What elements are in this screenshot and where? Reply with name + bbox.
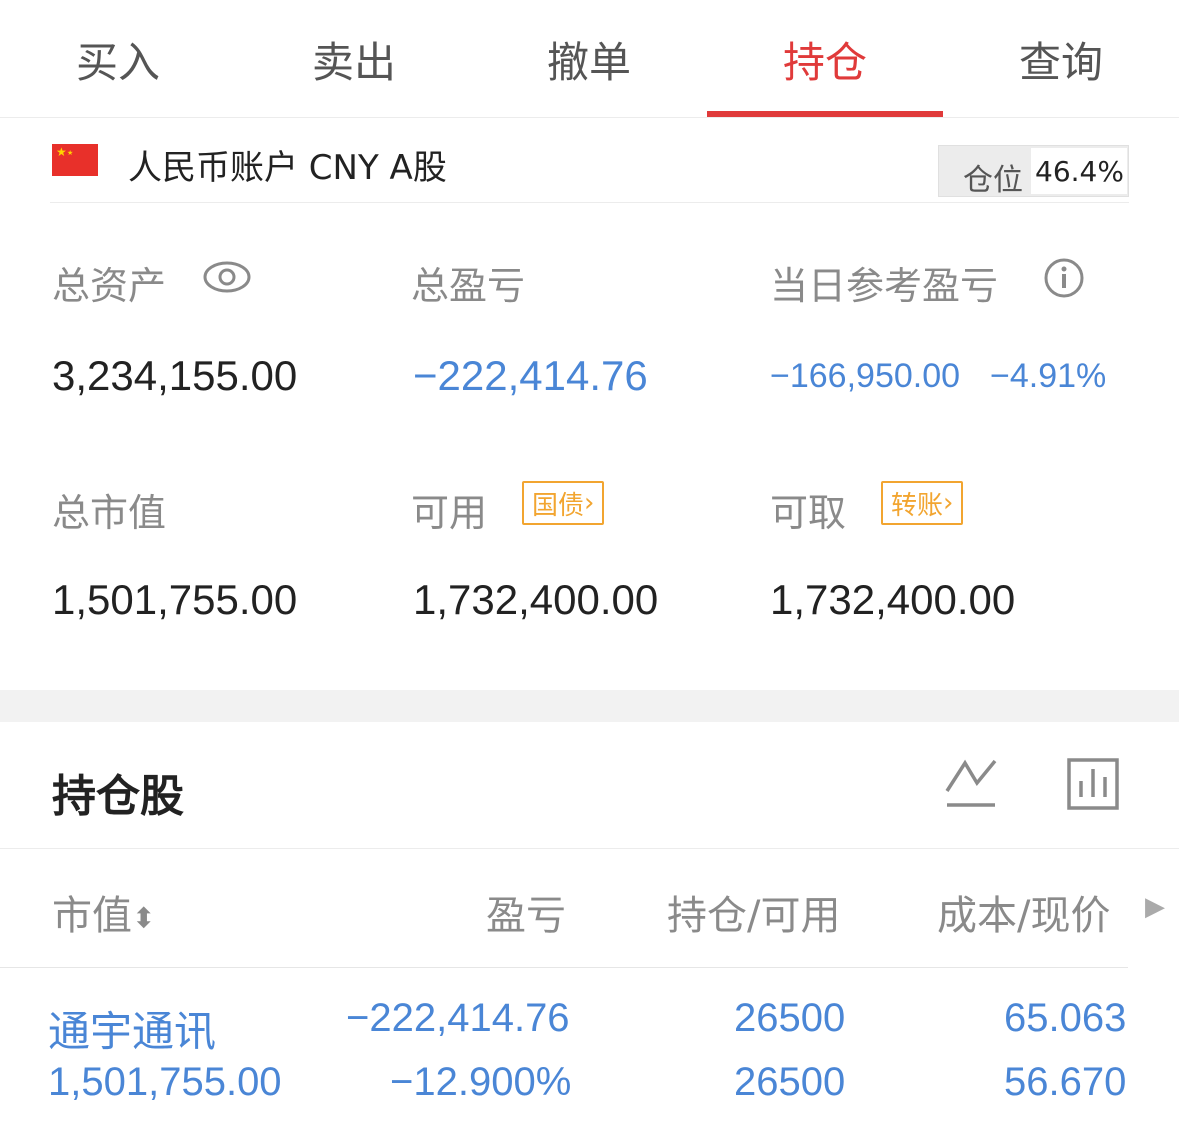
column-header-market-value[interactable]: 市值⬍ xyxy=(52,883,155,941)
withdrawable-value: 1,732,400.00 xyxy=(770,576,1016,623)
market-value-value: 1,501,755.00 xyxy=(52,576,298,623)
market-value-label: 总市值 xyxy=(52,491,167,535)
holding-cost: 65.063 xyxy=(1004,996,1127,1040)
stock-name: 通宇通讯 xyxy=(48,1008,217,1055)
tab-label: 买入 xyxy=(75,37,160,87)
tab-label: 查询 xyxy=(1018,37,1103,87)
tab-positions[interactable]: 持仓 xyxy=(707,0,943,118)
tab-label: 卖出 xyxy=(311,37,396,87)
available-value: 1,732,400.00 xyxy=(413,576,659,623)
holding-available: 26500 xyxy=(734,1060,846,1104)
tab-cancel-order[interactable]: 撤单 xyxy=(471,0,707,118)
account-row[interactable]: ★ ★ 人民币账户 CNY A股 仓位 46.4% xyxy=(50,118,1129,203)
info-icon[interactable] xyxy=(1043,257,1085,299)
column-header-position: 持仓/可用 xyxy=(667,893,841,939)
total-assets-value: 3,234,155.00 xyxy=(52,352,298,399)
column-header-cost-price: 成本/现价 xyxy=(937,893,1111,939)
eye-icon[interactable] xyxy=(203,257,251,297)
total-assets-label: 总资产 xyxy=(52,264,167,308)
holding-pnl: −222,414.76 xyxy=(346,996,570,1040)
daily-pnl-value: −166,950.00 xyxy=(770,357,961,395)
holdings-title: 持仓股 xyxy=(52,771,184,822)
scroll-right-icon[interactable]: ▶ xyxy=(1145,892,1165,922)
chevron-right-icon: › xyxy=(584,488,595,518)
tab-sell[interactable]: 卖出 xyxy=(236,0,472,118)
column-header-label: 市值 xyxy=(52,893,132,939)
transfer-button[interactable]: 转账 › xyxy=(881,481,964,525)
position-ratio-label: 仓位 xyxy=(963,163,1023,198)
account-name: 人民币账户 CNY A股 xyxy=(128,148,447,188)
holding-market-value: 1,501,755.00 xyxy=(48,1060,282,1104)
holding-position: 26500 xyxy=(734,996,846,1040)
divider xyxy=(0,967,1128,968)
total-pnl-label: 总盈亏 xyxy=(411,264,526,308)
chevron-right-icon: › xyxy=(943,488,954,518)
tab-label: 撤单 xyxy=(546,37,631,87)
tab-query[interactable]: 查询 xyxy=(943,0,1179,118)
holding-price: 56.670 xyxy=(1004,1060,1127,1104)
column-header-pnl: 盈亏 xyxy=(486,893,566,939)
line-chart-icon[interactable] xyxy=(943,757,999,811)
tab-label: 持仓 xyxy=(782,37,867,87)
section-divider xyxy=(0,690,1179,722)
china-flag-icon: ★ ★ xyxy=(52,144,98,176)
divider xyxy=(0,848,1179,849)
holding-pnl-percent: −12.900% xyxy=(390,1060,572,1104)
treasury-bond-button[interactable]: 国债 › xyxy=(522,481,605,525)
trade-tabs: 买入 卖出 撤单 持仓 查询 xyxy=(0,0,1179,118)
daily-pnl-label: 当日参考盈亏 xyxy=(770,264,999,308)
sort-icon: ⬍ xyxy=(132,901,156,935)
bar-chart-icon[interactable] xyxy=(1066,757,1120,811)
available-label: 可用 xyxy=(411,491,488,535)
withdrawable-label: 可取 xyxy=(770,491,847,535)
position-ratio-value: 46.4% xyxy=(1031,148,1127,194)
daily-pnl-percent: −4.91% xyxy=(990,357,1107,395)
active-tab-indicator xyxy=(707,111,943,117)
treasury-bond-label: 国债 xyxy=(532,490,585,521)
total-pnl-value: −222,414.76 xyxy=(413,352,648,399)
tab-buy[interactable]: 买入 xyxy=(0,0,236,118)
transfer-label: 转账 xyxy=(891,490,944,521)
position-ratio-badge: 仓位 46.4% xyxy=(938,145,1129,198)
